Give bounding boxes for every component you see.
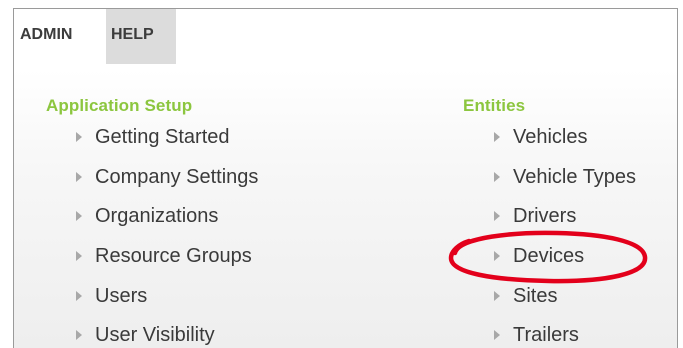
menu-item-label: Organizations — [95, 204, 219, 227]
chevron-right-icon — [494, 291, 500, 301]
menu-item-label: Users — [95, 284, 148, 307]
tab-help[interactable]: HELP — [106, 9, 176, 64]
chevron-right-icon — [76, 211, 82, 221]
menu-item-users[interactable]: Users — [76, 284, 147, 308]
chevron-right-icon — [494, 330, 500, 340]
menu-item-vehicle-types[interactable]: Vehicle Types — [494, 165, 636, 189]
chevron-right-icon — [494, 172, 500, 182]
chevron-right-icon — [494, 211, 500, 221]
section-title-entities: Entities — [463, 96, 526, 115]
tab-bar: ADMIN HELP — [14, 9, 176, 64]
menu-item-resource-groups[interactable]: Resource Groups — [76, 244, 252, 268]
menu-item-devices[interactable]: Devices — [494, 244, 584, 268]
chevron-right-icon — [76, 330, 82, 340]
menu-item-label: Sites — [513, 284, 558, 307]
menu-item-label: Resource Groups — [95, 244, 252, 267]
chevron-right-icon — [76, 251, 82, 261]
menu-item-vehicles[interactable]: Vehicles — [494, 125, 588, 149]
chevron-right-icon — [76, 291, 82, 301]
menu-item-organizations[interactable]: Organizations — [76, 204, 218, 228]
menu-item-label: User Visibility — [95, 323, 215, 346]
menu-item-trailers[interactable]: Trailers — [494, 323, 579, 347]
menu-item-label: Vehicles — [513, 125, 588, 148]
menu-item-sites[interactable]: Sites — [494, 284, 557, 308]
menu-item-drivers[interactable]: Drivers — [494, 204, 576, 228]
menu-item-label: Drivers — [513, 204, 577, 227]
menu-item-label: Getting Started — [95, 125, 230, 148]
menu-item-label: Vehicle Types — [513, 165, 637, 188]
chevron-right-icon — [494, 251, 500, 261]
chevron-right-icon — [76, 172, 82, 182]
section-title-application-setup: Application Setup — [46, 96, 193, 115]
menu-item-user-visibility[interactable]: User Visibility — [76, 323, 215, 347]
menu-item-getting-started[interactable]: Getting Started — [76, 125, 230, 149]
tab-admin[interactable]: ADMIN — [14, 9, 106, 64]
menu-item-label: Company Settings — [95, 165, 259, 188]
menu-item-company-settings[interactable]: Company Settings — [76, 165, 258, 189]
chevron-right-icon — [76, 132, 82, 142]
menu-item-label: Devices — [513, 244, 585, 267]
chevron-right-icon — [494, 132, 500, 142]
menu-item-label: Trailers — [513, 323, 579, 346]
